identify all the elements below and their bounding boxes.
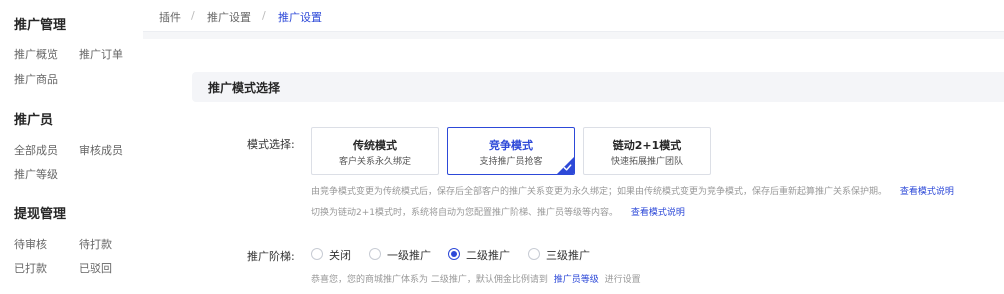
sidebar-item-pending-review[interactable]: 待审核 [14, 236, 47, 252]
section-title: 推广模式选择 [208, 81, 281, 95]
mode-hint-2-text: 切换为链动2+1模式时，系统将自动为您配置推广阶梯、推广员等级等内容。 [311, 208, 618, 218]
mode-title: 链动2+1模式 [612, 139, 682, 152]
view-mode-description-link[interactable]: 查看模式说明 [900, 187, 954, 197]
sidebar-item-promotion-products[interactable]: 推广商品 [14, 71, 58, 87]
radio-circle-icon [528, 248, 540, 260]
mode-hint-1: 由竞争模式变更为传统模式后，保存后全部客户的推广关系变更为永久绑定；如果由传统模… [311, 184, 954, 197]
mode-card-chain[interactable]: 链动2+1模式 快速拓展推广团队 [583, 127, 711, 175]
ladder-hint: 恭喜您，您的商城推广体系为 二级推广，默认佣金比例请到 推广员等级 进行设置 [311, 272, 641, 285]
breadcrumb-item-current: 推广设置 [278, 11, 322, 24]
radio-label: 三级推广 [546, 249, 590, 262]
sidebar-item-promotion-overview[interactable]: 推广概览 [14, 46, 58, 62]
sidebar-section-title: 推广员 [14, 113, 54, 128]
breadcrumb: 插件 / 推广设置 / 推广设置 [143, 0, 1004, 32]
breadcrumb-separator: / [262, 9, 266, 22]
mode-subtitle: 客户关系永久绑定 [338, 157, 411, 167]
radio-label: 二级推广 [466, 249, 510, 262]
breadcrumb-item-plugins[interactable]: 插件 [159, 9, 181, 25]
radio-circle-icon [448, 248, 460, 260]
sidebar-item-paid[interactable]: 已打款 [14, 260, 47, 276]
radio-circle-icon [369, 248, 381, 260]
mode-subtitle: 支持推广员抢客 [479, 157, 543, 167]
mode-hint-2: 切换为链动2+1模式时，系统将自动为您配置推广阶梯、推广员等级等内容。 查看模式… [311, 205, 685, 218]
mode-card-traditional[interactable]: 传统模式 客户关系永久绑定 [311, 127, 439, 175]
sidebar-item-rejected[interactable]: 已驳回 [79, 260, 112, 276]
sidebar: 推广管理 推广概览 推广订单 推广商品 推广员 全部成员 审核成员 推广等级 提… [0, 0, 143, 294]
ladder-hint-suffix: 进行设置 [604, 275, 641, 285]
sidebar-section-title: 提现管理 [14, 207, 67, 222]
radio-label: 一级推广 [387, 249, 431, 262]
settings-panel: 推广模式选择 模式选择: 传统模式 客户关系永久绑定 竞争模式 支持推广员抢客 … [143, 39, 1004, 294]
ladder-label: 推广阶梯: [247, 250, 295, 263]
mode-title: 传统模式 [353, 139, 397, 152]
mode-title: 竞争模式 [489, 139, 533, 152]
breadcrumb-item-promotion-settings[interactable]: 推广设置 [207, 9, 251, 25]
sidebar-item-review-members[interactable]: 审核成员 [79, 142, 123, 158]
sidebar-item-pending-payment[interactable]: 待打款 [79, 236, 112, 252]
sidebar-item-promoter-levels[interactable]: 推广等级 [14, 166, 58, 182]
mode-label: 模式选择: [247, 138, 295, 151]
sidebar-section-title: 推广管理 [14, 18, 67, 33]
section-header: 推广模式选择 [192, 72, 1004, 102]
breadcrumb-separator: / [191, 9, 195, 22]
sidebar-item-promotion-orders[interactable]: 推广订单 [79, 46, 123, 62]
radio-circle-icon [311, 248, 323, 260]
mode-subtitle: 快速拓展推广团队 [610, 157, 683, 167]
main-area: 插件 / 推广设置 / 推广设置 推广模式选择 模式选择: 传统模式 客户关系永… [143, 0, 1004, 294]
radio-label: 关闭 [329, 249, 351, 262]
check-icon [563, 164, 572, 171]
view-mode-description-link[interactable]: 查看模式说明 [631, 208, 685, 218]
sidebar-item-all-members[interactable]: 全部成员 [14, 142, 58, 158]
mode-card-competition[interactable]: 竞争模式 支持推广员抢客 [447, 127, 575, 175]
ladder-hint-prefix: 恭喜您，您的商城推广体系为 二级推广，默认佣金比例请到 [311, 275, 548, 285]
mode-hint-1-text: 由竞争模式变更为传统模式后，保存后全部客户的推广关系变更为永久绑定；如果由传统模… [311, 187, 888, 197]
promoter-level-link[interactable]: 推广员等级 [554, 275, 599, 285]
